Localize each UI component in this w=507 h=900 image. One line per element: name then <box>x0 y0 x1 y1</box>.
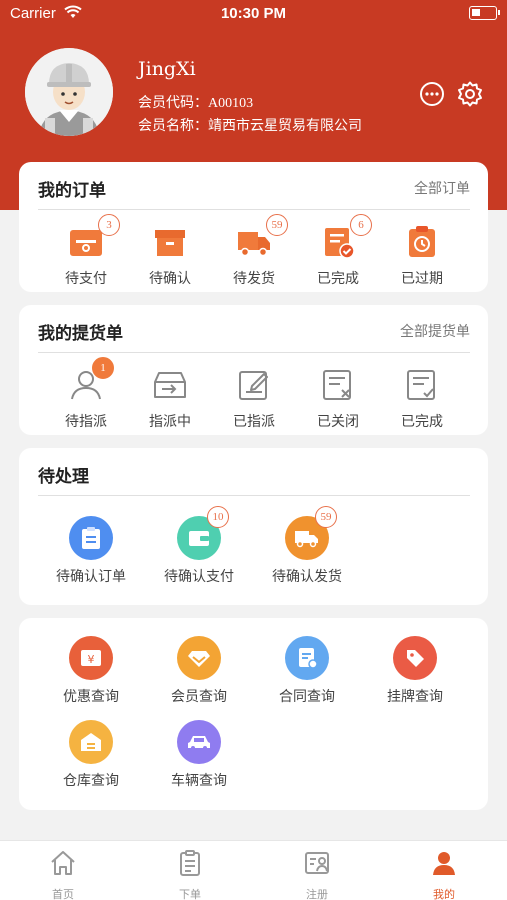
my-pickups-card: 我的提货单 全部提货单 1 待指派 指派中 已指派 已关闭 已完成 <box>19 305 488 435</box>
battery-icon <box>469 6 500 20</box>
badge-count: 10 <box>207 506 229 528</box>
order-pending-payment[interactable]: 3 待支付 <box>44 214 128 288</box>
pending-confirm-shipment[interactable]: 59 待确认发货 <box>265 506 349 586</box>
member-name-label: 会员名称： <box>138 117 208 133</box>
bottom-tab-bar: 首页 下单 注册 我的 <box>0 840 507 900</box>
pickup-closed[interactable]: 已关闭 <box>296 365 380 431</box>
member-code-value: A00103 <box>208 96 254 111</box>
member-query[interactable]: 会员查询 <box>157 636 241 706</box>
pending-confirm-payment[interactable]: 10 待确认支付 <box>157 506 241 586</box>
pending-label: 待确认发货 <box>272 568 342 584</box>
settings-gear-icon[interactable] <box>456 80 484 108</box>
tab-home[interactable]: 首页 <box>23 849 103 900</box>
badge-count: 3 <box>98 214 120 236</box>
tag-icon <box>393 636 437 680</box>
order-status-label: 待发货 <box>233 270 275 286</box>
divider <box>38 495 470 496</box>
pickup-status-label: 已指派 <box>233 413 275 429</box>
pickup-assigned[interactable]: 已指派 <box>212 365 296 431</box>
badge-count: 59 <box>315 506 337 528</box>
home-icon <box>51 851 75 875</box>
clock-clipboard-icon <box>409 226 435 257</box>
divider <box>38 352 470 353</box>
order-status-label: 已完成 <box>317 270 359 286</box>
tab-label: 首页 <box>52 889 74 900</box>
order-pending-confirm[interactable]: 待确认 <box>128 222 212 288</box>
car-icon <box>177 720 221 764</box>
user-filled-icon <box>433 852 455 875</box>
avatar[interactable] <box>25 48 113 136</box>
pickup-status-label: 指派中 <box>149 413 191 429</box>
order-status-label: 待确认 <box>149 270 191 286</box>
order-list-icon <box>180 850 200 876</box>
pickup-status-label: 已关闭 <box>317 413 359 429</box>
pickup-status-label: 待指派 <box>65 413 107 429</box>
pending-tasks-card: 待处理 待确认订单 10 待确认支付 59 待确认发货 <box>19 448 488 605</box>
pickup-assigning[interactable]: 指派中 <box>128 365 212 431</box>
worker-avatar-icon <box>25 48 113 136</box>
member-name-value: 靖西市云星贸易有限公司 <box>208 117 362 133</box>
pending-label: 待确认订单 <box>56 568 126 584</box>
warehouse-query[interactable]: 仓库查询 <box>49 720 133 790</box>
my-orders-card: 我的订单 全部订单 3 待支付 待确认 59 待发货 6 已完成 已过期 <box>19 162 488 292</box>
all-orders-link[interactable]: 全部订单 <box>414 178 470 198</box>
delivery-truck-icon: 59 <box>285 506 337 560</box>
pickup-status-label: 已完成 <box>401 413 443 429</box>
query-label: 会员查询 <box>171 688 227 704</box>
message-icon[interactable] <box>418 80 446 108</box>
document-x-icon <box>323 370 351 400</box>
box-icon <box>155 230 185 256</box>
tab-mine[interactable]: 我的 <box>404 849 484 900</box>
order-status-label: 待支付 <box>65 270 107 286</box>
coupon-query[interactable]: ¥ 优惠查询 <box>49 636 133 706</box>
edit-document-icon <box>239 371 268 400</box>
contract-query[interactable]: 合同查询 <box>265 636 349 706</box>
query-tools-card: ¥ 优惠查询 会员查询 合同查询 挂牌查询 仓库查询 车辆查询 <box>19 618 488 810</box>
tab-order[interactable]: 下单 <box>150 849 230 900</box>
warehouse-icon <box>69 720 113 764</box>
query-label: 仓库查询 <box>63 772 119 788</box>
order-status-label: 已过期 <box>401 270 443 286</box>
my-pickups-title: 我的提货单 <box>38 324 123 343</box>
status-time: 10:30 PM <box>220 5 287 22</box>
member-code: 会员代码：A00103 <box>138 92 253 112</box>
register-profile-icon <box>305 852 329 874</box>
tray-forward-icon <box>154 372 186 398</box>
my-orders-title: 我的订单 <box>38 181 106 200</box>
pending-confirm-order[interactable]: 待确认订单 <box>49 516 133 586</box>
order-expired[interactable]: 已过期 <box>380 222 464 288</box>
member-name: 会员名称：靖西市云星贸易有限公司 <box>138 115 362 135</box>
svg-text:¥: ¥ <box>88 653 95 666</box>
all-pickups-link[interactable]: 全部提货单 <box>400 321 470 341</box>
badge-count: 1 <box>92 357 114 379</box>
pickup-completed[interactable]: 已完成 <box>380 365 464 431</box>
query-label: 合同查询 <box>279 688 335 704</box>
clipboard-icon <box>69 516 113 560</box>
query-label: 挂牌查询 <box>387 688 443 704</box>
vehicle-query[interactable]: 车辆查询 <box>157 720 241 790</box>
contract-icon <box>285 636 329 680</box>
tab-register[interactable]: 注册 <box>277 849 357 900</box>
tab-label: 下单 <box>179 889 201 900</box>
pending-title: 待处理 <box>38 467 89 486</box>
member-code-label: 会员代码： <box>138 94 208 110</box>
pending-label: 待确认支付 <box>164 568 234 584</box>
badge-count: 6 <box>350 214 372 236</box>
query-label: 车辆查询 <box>171 772 227 788</box>
tab-label: 我的 <box>433 889 455 900</box>
order-completed[interactable]: 6 已完成 <box>296 214 380 288</box>
tab-label: 注册 <box>306 889 328 900</box>
diamond-icon <box>177 636 221 680</box>
wallet-icon: 10 <box>177 506 229 560</box>
order-pending-shipment[interactable]: 59 待发货 <box>212 214 296 288</box>
query-label: 优惠查询 <box>63 688 119 704</box>
profile-name: JingXi <box>138 58 196 80</box>
divider <box>38 209 470 210</box>
pickup-pending-assign[interactable]: 1 待指派 <box>44 357 128 431</box>
document-check-outline-icon <box>407 370 435 400</box>
badge-count: 59 <box>266 214 288 236</box>
listing-query[interactable]: 挂牌查询 <box>373 636 457 706</box>
coupon-icon: ¥ <box>69 636 113 680</box>
status-bar: Carrier 10:30 PM <box>0 0 507 28</box>
